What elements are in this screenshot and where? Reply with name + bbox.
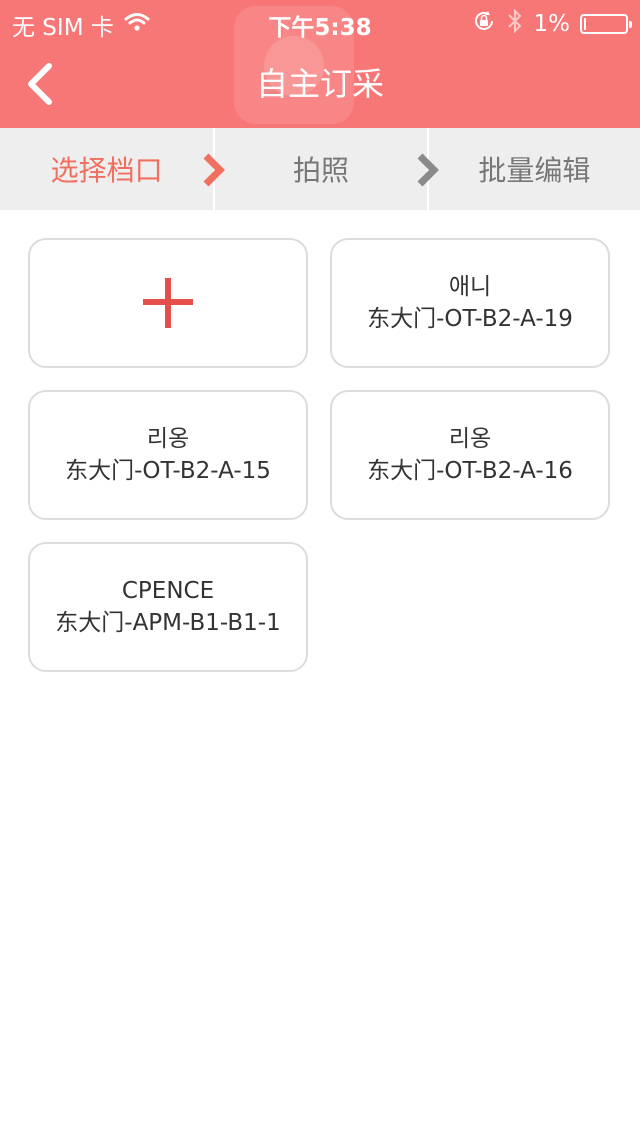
stall-code: 东大门-OT-B2-A-19 <box>367 306 573 332</box>
stall-card[interactable]: 리옹 东大门-OT-B2-A-16 <box>330 390 610 520</box>
stall-card[interactable]: 애니 东大门-OT-B2-A-19 <box>330 238 610 368</box>
bluetooth-icon <box>506 8 524 40</box>
step-indicator: 选择档口 拍照 批量编辑 <box>0 128 640 210</box>
orientation-lock-icon <box>472 9 496 39</box>
battery-level <box>584 18 586 30</box>
chevron-right-icon <box>415 153 441 194</box>
screen: 无 SIM 卡 下午5:38 1% 自主订采 选择档口 拍照 批量编辑 애니 东… <box>0 0 640 1136</box>
step-label: 选择档口 <box>50 154 163 187</box>
status-bar: 无 SIM 卡 下午5:38 1% <box>0 0 640 41</box>
stall-name: 리옹 <box>146 426 190 452</box>
header: 无 SIM 卡 下午5:38 1% 自主订采 <box>0 0 640 128</box>
step-batch-edit[interactable]: 批量编辑 <box>426 128 640 210</box>
step-label: 拍照 <box>292 154 349 187</box>
add-stall-button[interactable] <box>28 238 308 368</box>
step-select-stall[interactable]: 选择档口 <box>0 128 226 210</box>
stall-code: 东大门-OT-B2-A-15 <box>65 458 271 484</box>
step-label: 批量编辑 <box>478 154 591 187</box>
stall-name: 리옹 <box>448 426 492 452</box>
stall-code: 东大门-OT-B2-A-16 <box>367 458 573 484</box>
stall-code: 东大门-APM-B1-B1-1 <box>55 610 281 636</box>
battery-percent: 1% <box>533 11 571 37</box>
chevron-right-icon <box>201 153 227 194</box>
step-photo[interactable]: 拍照 <box>213 128 439 210</box>
status-right: 1% <box>472 8 632 40</box>
stall-card[interactable]: 리옹 东大门-OT-B2-A-15 <box>28 390 308 520</box>
stall-name: CPENCE <box>121 578 215 604</box>
stall-grid: 애니 东大门-OT-B2-A-19 리옹 东大门-OT-B2-A-15 리옹 东… <box>28 238 612 672</box>
stall-name: 애니 <box>448 274 492 300</box>
battery-icon <box>580 14 632 34</box>
plus-icon <box>143 278 193 328</box>
page-title: 自主订采 <box>255 65 384 103</box>
nav-bar: 自主订采 <box>0 40 640 128</box>
stall-card[interactable]: CPENCE 东大门-APM-B1-B1-1 <box>28 542 308 672</box>
